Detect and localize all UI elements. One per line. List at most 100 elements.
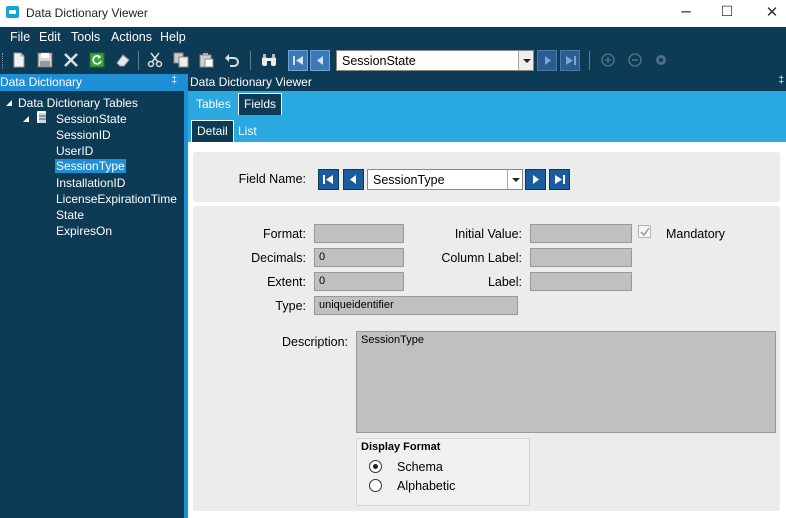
undo-icon[interactable] <box>224 52 240 68</box>
alphabetic-radio[interactable] <box>369 479 382 492</box>
pin-icon[interactable]: ‡ <box>778 75 784 86</box>
find-binoculars-icon[interactable] <box>261 52 277 68</box>
extent-field[interactable]: 0 <box>314 272 404 291</box>
description-label: Description: <box>282 335 348 349</box>
tree-table[interactable]: SessionState <box>56 112 127 126</box>
window-title: Data Dictionary Viewer <box>26 6 148 20</box>
tree-field[interactable]: InstallationID <box>56 176 125 190</box>
tree-field[interactable]: LicenseExpirationTime <box>56 192 177 206</box>
viewer-panel: Data Dictionary Viewer ‡ Tables Fields D… <box>188 74 786 518</box>
next-record-button[interactable] <box>537 50 557 71</box>
toolbar: SessionState <box>0 47 786 74</box>
chevron-down-icon[interactable] <box>507 170 522 189</box>
last-record-icon <box>555 175 565 184</box>
save-icon[interactable] <box>37 52 53 68</box>
initial-value-field[interactable] <box>530 224 632 243</box>
previous-record-icon <box>317 56 323 65</box>
table-select-value: SessionState <box>342 54 416 68</box>
minimize-button[interactable]: ─ <box>666 0 706 27</box>
tree-expand-icon[interactable] <box>5 99 13 107</box>
type-field[interactable]: uniqueidentifier <box>314 296 518 315</box>
extent-label: Extent: <box>267 275 306 289</box>
menu-edit[interactable]: Edit <box>39 30 61 44</box>
tree-field-selected[interactable]: SessionType <box>55 159 126 173</box>
toolbar-separator <box>250 51 251 70</box>
zoom-out-icon[interactable] <box>627 52 643 68</box>
description-field[interactable]: SessionType <box>356 331 776 433</box>
previous-record-icon <box>350 175 356 184</box>
column-label-label: Column Label: <box>441 251 522 265</box>
copy-icon[interactable] <box>173 52 189 68</box>
tree-field[interactable]: ExpiresOn <box>56 224 112 238</box>
toolbar-grip <box>2 53 4 69</box>
settings-icon[interactable] <box>653 52 669 68</box>
decimals-field[interactable]: 0 <box>314 248 404 267</box>
column-label-field[interactable] <box>530 248 632 267</box>
delete-icon[interactable] <box>63 52 79 68</box>
close-button[interactable]: ✕ <box>752 0 786 27</box>
eraser-icon[interactable] <box>115 52 131 68</box>
refresh-icon[interactable] <box>89 52 105 68</box>
data-dictionary-panel: Data Dictionary ‡ Data Dictionary Tables… <box>0 74 184 518</box>
zoom-in-icon[interactable] <box>600 52 616 68</box>
next-record-icon <box>533 175 539 184</box>
tree-expand-icon[interactable] <box>22 115 30 123</box>
mandatory-checkbox[interactable] <box>638 225 651 238</box>
pin-icon[interactable]: ‡ <box>171 75 177 86</box>
menu-file[interactable]: File <box>10 30 30 44</box>
title-bar: Data Dictionary Viewer ─ ☐ ✕ <box>0 0 786 27</box>
decimals-label: Decimals: <box>251 251 306 265</box>
type-label: Type: <box>275 299 306 313</box>
label-label: Label: <box>487 275 522 289</box>
first-field-button[interactable] <box>318 169 339 190</box>
mandatory-label: Mandatory <box>666 227 726 241</box>
next-record-icon <box>545 56 551 65</box>
schema-radio[interactable] <box>369 460 382 473</box>
new-document-icon[interactable] <box>11 52 27 68</box>
table-icon <box>37 111 46 123</box>
paste-icon[interactable] <box>198 52 214 68</box>
menu-help[interactable]: Help <box>160 30 186 44</box>
chevron-down-icon[interactable] <box>518 51 533 70</box>
tab-fields[interactable]: Fields <box>238 93 283 115</box>
menu-bar: File Edit Tools Actions Help <box>0 27 786 47</box>
last-field-button[interactable] <box>549 169 570 190</box>
field-name-label: Field Name: <box>238 172 306 186</box>
tab-tables[interactable]: Tables <box>191 94 236 116</box>
tab-detail[interactable]: Detail <box>191 120 234 142</box>
menu-actions[interactable]: Actions <box>111 30 152 44</box>
sub-tabs: Detail List <box>188 116 786 142</box>
field-name-select[interactable]: SessionType <box>367 169 523 190</box>
first-record-button[interactable] <box>288 50 308 71</box>
panel-title: Data Dictionary <box>0 75 83 89</box>
cut-icon[interactable] <box>147 52 163 68</box>
first-record-icon <box>293 56 303 65</box>
panel-header: Data Dictionary ‡ <box>0 74 184 91</box>
app-icon <box>6 6 19 18</box>
previous-field-button[interactable] <box>343 169 364 190</box>
tree-root[interactable]: Data Dictionary Tables <box>18 96 138 110</box>
panel-header: Data Dictionary Viewer ‡ <box>188 74 786 91</box>
format-field[interactable] <box>314 224 404 243</box>
main-tabs: Tables Fields <box>188 91 786 116</box>
schema-radio-label[interactable]: Schema <box>397 460 443 474</box>
first-record-icon <box>323 175 333 184</box>
last-record-icon <box>566 56 576 65</box>
toolbar-separator <box>589 51 590 70</box>
alphabetic-radio-label[interactable]: Alphabetic <box>397 479 455 493</box>
tree-field[interactable]: SessionID <box>56 128 111 142</box>
tree-field[interactable]: UserID <box>56 144 93 158</box>
menu-tools[interactable]: Tools <box>71 30 100 44</box>
tab-list[interactable]: List <box>233 121 262 143</box>
detail-content: Field Name: SessionType Format: Decimals… <box>188 142 786 518</box>
tree-field[interactable]: State <box>56 208 84 222</box>
last-record-button[interactable] <box>560 50 580 71</box>
initial-value-label: Initial Value: <box>454 227 522 241</box>
panel-title: Data Dictionary Viewer <box>190 75 312 89</box>
maximize-button[interactable]: ☐ <box>707 0 747 27</box>
previous-record-button[interactable] <box>310 50 330 71</box>
next-field-button[interactable] <box>525 169 546 190</box>
label-field[interactable] <box>530 272 632 291</box>
checkmark-icon <box>640 227 650 237</box>
table-select[interactable]: SessionState <box>336 50 534 71</box>
